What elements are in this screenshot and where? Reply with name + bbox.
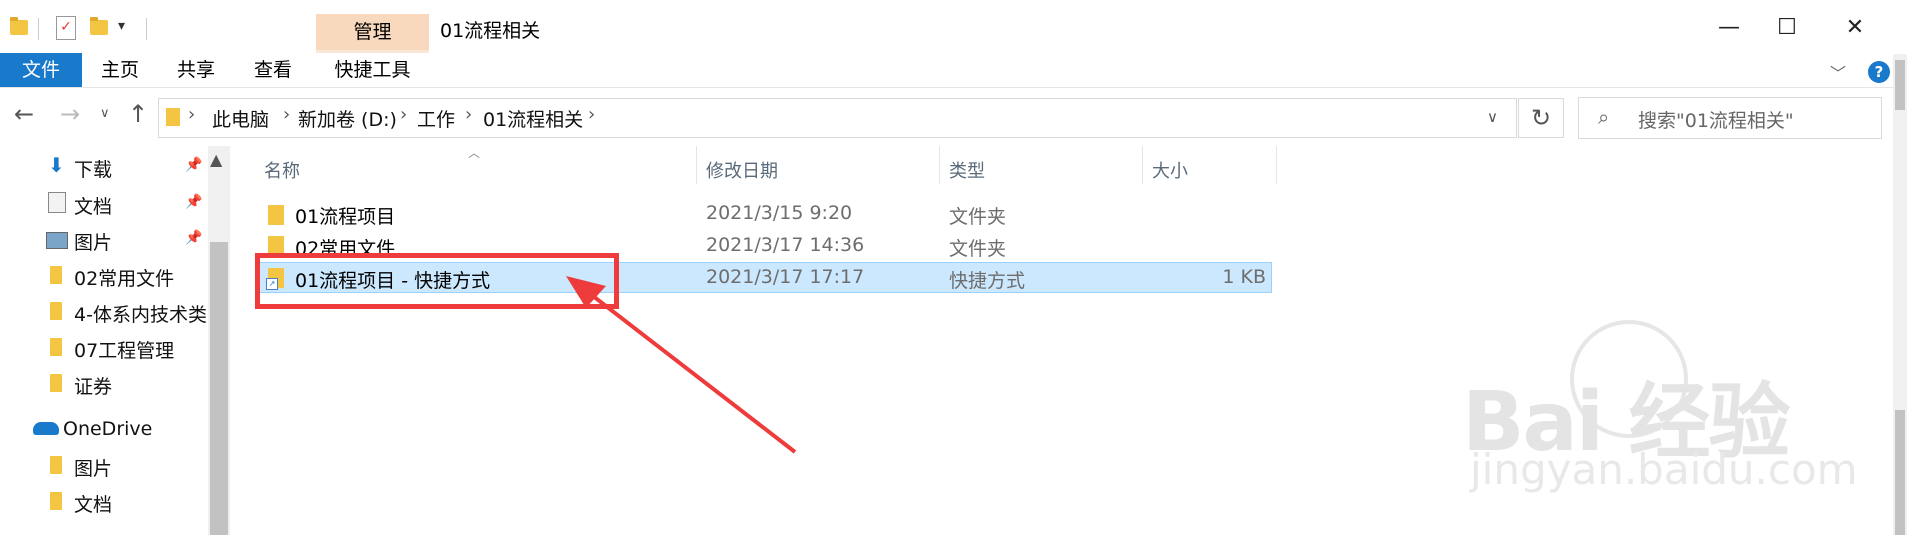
annotation-arrow [566, 276, 797, 454]
folder-icon [50, 492, 62, 510]
scrollbar-thumb[interactable] [1895, 410, 1905, 535]
chevron-right-icon[interactable]: › [283, 104, 290, 125]
close-button[interactable]: ✕ [1826, 0, 1884, 54]
column-header-name[interactable]: 名称 [264, 157, 300, 183]
column-divider[interactable] [1142, 146, 1143, 184]
folder-icon [50, 266, 62, 284]
column-header-date[interactable]: 修改日期 [706, 157, 778, 183]
tab-file[interactable]: 文件 [0, 53, 82, 87]
pin-icon: 📌 [185, 230, 203, 246]
expand-ribbon-icon[interactable]: ﹀ [1830, 60, 1846, 84]
nav-item-documents[interactable]: 文档 [74, 192, 112, 219]
search-icon: ⌕ [1598, 105, 1610, 129]
folder-icon [50, 456, 62, 474]
folder-icon [50, 338, 62, 356]
folder-icon [50, 374, 62, 392]
refresh-icon: ↻ [1530, 104, 1552, 132]
file-date: 2021/3/15 9:20 [706, 202, 853, 224]
breadcrumb-this-pc[interactable]: 此电脑 [212, 105, 269, 132]
folder-icon [268, 205, 284, 225]
nav-item-onedrive-pictures[interactable]: 图片 [74, 454, 112, 481]
download-icon: ⬇ [48, 153, 65, 177]
title-bar [0, 0, 1907, 54]
tab-shortcut-tools[interactable]: 快捷工具 [316, 53, 429, 87]
nav-item-onedrive-documents[interactable]: 文档 [74, 490, 112, 517]
scroll-up-icon[interactable]: ▲ [210, 150, 222, 169]
scrollbar-thumb[interactable] [1895, 60, 1905, 110]
breadcrumb-current[interactable]: 01流程相关 [483, 105, 583, 132]
chevron-right-icon[interactable]: › [400, 104, 407, 125]
annotation-arrow-line [578, 284, 797, 454]
file-name: 01流程项目 [295, 206, 396, 228]
chevron-right-icon[interactable]: › [588, 104, 595, 125]
file-type: 文件夹 [949, 238, 1007, 260]
help-button[interactable]: ? [1868, 61, 1890, 83]
chevron-right-icon[interactable]: › [465, 104, 472, 125]
maximize-button[interactable]: ☐ [1758, 0, 1816, 54]
new-folder-icon[interactable] [90, 17, 108, 35]
breadcrumb-drive[interactable]: 新加卷 (D:) [298, 105, 397, 132]
properties-icon[interactable]: ✓ [56, 16, 76, 40]
customize-toolbar-icon[interactable]: ▾ [118, 18, 125, 34]
onedrive-icon [33, 422, 59, 435]
column-header-type[interactable]: 类型 [949, 157, 985, 183]
pin-icon: 📌 [185, 194, 203, 210]
folder-icon [50, 302, 62, 320]
tab-share[interactable]: 共享 [166, 53, 226, 87]
pin-icon: 📌 [185, 157, 203, 173]
nav-item-engineering[interactable]: 07工程管理 [74, 336, 174, 363]
nav-item-common-files[interactable]: 02常用文件 [74, 264, 174, 291]
sort-ascending-icon: ︿ [468, 146, 481, 160]
refresh-button[interactable]: ↻ [1518, 98, 1564, 138]
tab-view[interactable]: 查看 [243, 53, 303, 87]
folder-icon [10, 17, 28, 35]
address-folder-icon [166, 108, 180, 126]
column-divider[interactable] [696, 146, 697, 184]
tab-home[interactable]: 主页 [90, 53, 150, 87]
watermark-url: jingyan.baidu.com [1470, 445, 1858, 494]
minimize-button[interactable]: — [1700, 0, 1758, 54]
file-size: 1 KB [1222, 266, 1266, 288]
column-divider[interactable] [939, 146, 940, 184]
chevron-right-icon: › [188, 104, 196, 125]
file-date: 2021/3/17 14:36 [706, 234, 865, 256]
back-arrow-icon[interactable]: ← [14, 100, 34, 128]
nav-item-onedrive[interactable]: OneDrive [63, 418, 152, 440]
nav-item-securities[interactable]: 证券 [74, 372, 112, 399]
file-type: 快捷方式 [949, 270, 1026, 292]
up-arrow-icon[interactable]: ↑ [128, 100, 148, 128]
nav-item-tech[interactable]: 4-体系内技术类 [74, 300, 206, 327]
forward-arrow-icon[interactable]: → [60, 100, 80, 128]
divider [38, 18, 39, 40]
recent-locations-icon[interactable]: ∨ [100, 106, 110, 121]
picture-icon [46, 232, 68, 249]
column-header-size[interactable]: 大小 [1152, 157, 1188, 183]
nav-item-pictures[interactable]: 图片 [74, 228, 112, 255]
nav-scrollbar-thumb[interactable] [210, 242, 228, 535]
nav-item-downloads[interactable]: 下载 [74, 155, 112, 182]
divider [146, 18, 147, 40]
search-placeholder: 搜索"01流程相关" [1638, 110, 1794, 132]
document-icon [48, 192, 66, 213]
window-title: 01流程相关 [440, 20, 541, 42]
file-type: 文件夹 [949, 206, 1007, 228]
breadcrumb-work[interactable]: 工作 [417, 105, 455, 132]
manage-tab-header: 管理 [316, 14, 429, 50]
address-history-icon[interactable]: ∨ [1487, 108, 1498, 126]
column-divider[interactable] [1276, 146, 1277, 184]
